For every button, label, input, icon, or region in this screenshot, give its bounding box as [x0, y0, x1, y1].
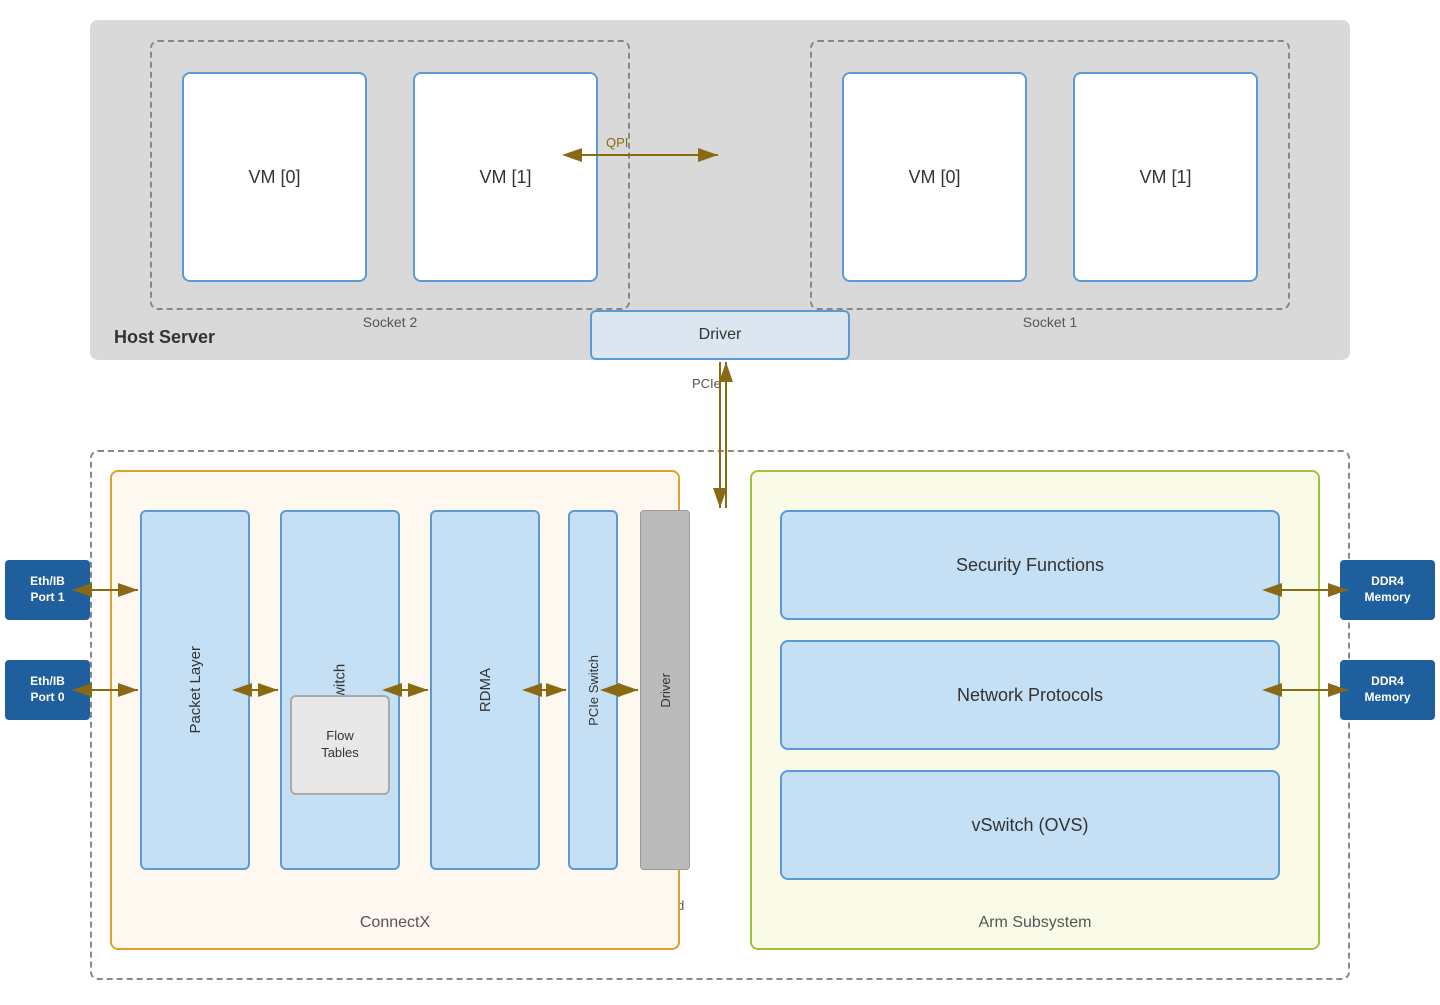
eth-port0-box: Eth/IBPort 0	[5, 660, 90, 720]
socket2-vm0: VM [0]	[182, 72, 367, 282]
eth-port1-box: Eth/IBPort 1	[5, 560, 90, 620]
pcie-label: PCIe	[692, 376, 721, 391]
vswitch-box: vSwitch (OVS)	[780, 770, 1280, 880]
socket1-label: Socket 1	[1023, 314, 1077, 330]
socket1-box: VM [0] VM [1] Socket 1	[810, 40, 1290, 310]
socket1-vm1: VM [1]	[1073, 72, 1258, 282]
ddr4-top-box: DDR4Memory	[1340, 560, 1435, 620]
eswitch-box: eSwitch	[280, 510, 400, 870]
packet-layer-box: Packet Layer	[140, 510, 250, 870]
driver-host-box: Driver	[590, 310, 850, 360]
socket1-vm0: VM [0]	[842, 72, 1027, 282]
socket2-vm1: VM [1]	[413, 72, 598, 282]
flow-tables-box: FlowTables	[290, 695, 390, 795]
host-server-box: VM [0] VM [1] Socket 2 VM [0] VM [1] Soc…	[90, 20, 1350, 360]
driver-bf-box: Driver	[640, 510, 690, 870]
ddr4-bot-box: DDR4Memory	[1340, 660, 1435, 720]
diagram-container: VM [0] VM [1] Socket 2 VM [0] VM [1] Soc…	[0, 0, 1440, 1005]
arm-label: Arm Subsystem	[979, 914, 1092, 932]
host-server-label: Host Server	[114, 327, 215, 348]
socket2-label: Socket 2	[363, 314, 417, 330]
connectx-label: ConnectX	[360, 914, 430, 932]
rdma-box: RDMA	[430, 510, 540, 870]
pcie-switch-box: PCIe Switch	[568, 510, 618, 870]
network-protocols-box: Network Protocols	[780, 640, 1280, 750]
qpi-label: QPI	[606, 135, 628, 150]
socket2-box: VM [0] VM [1] Socket 2	[150, 40, 630, 310]
security-functions-box: Security Functions	[780, 510, 1280, 620]
